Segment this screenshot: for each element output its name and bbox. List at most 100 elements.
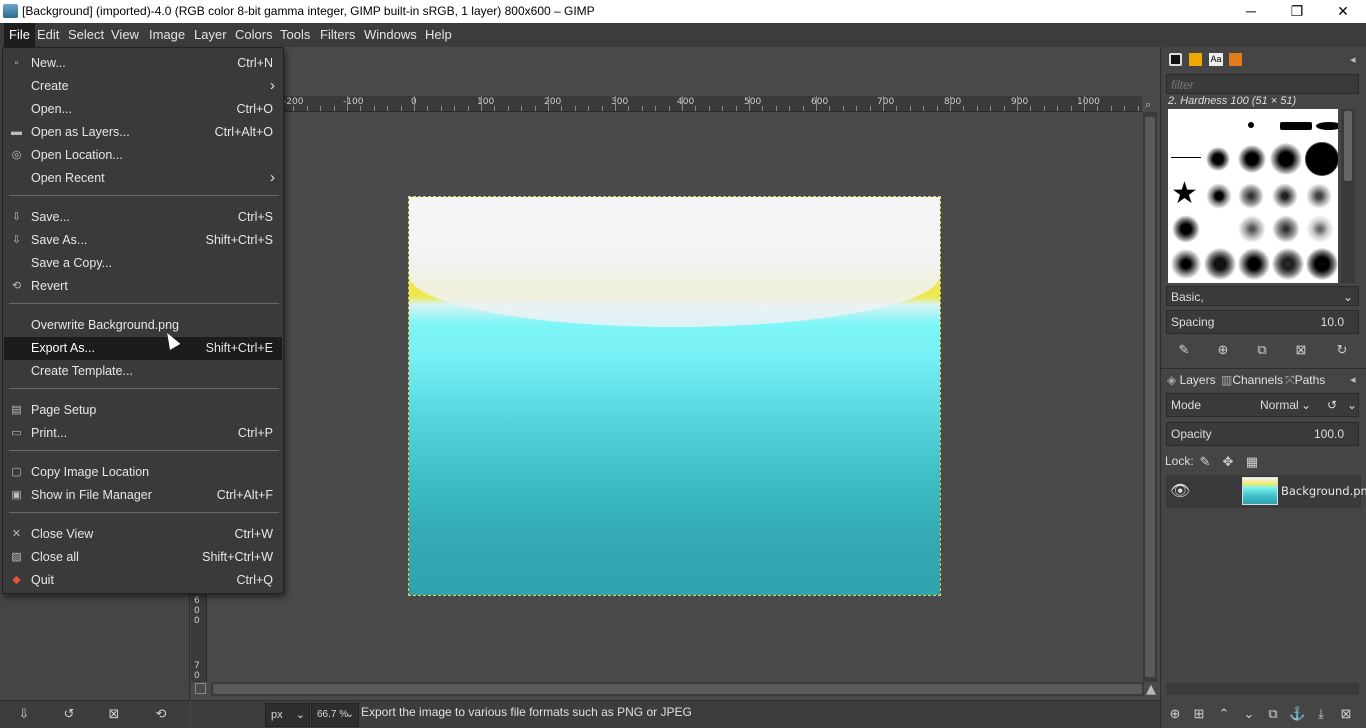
menu-windows[interactable]: Windows bbox=[359, 23, 422, 47]
menu-item-open-location[interactable]: ◎ Open Location... bbox=[4, 144, 282, 167]
dock-menu-icon[interactable]: ◂ bbox=[1350, 53, 1356, 66]
menu-file[interactable]: File bbox=[4, 23, 35, 47]
menu-item-save-a-copy[interactable]: Save a Copy... bbox=[4, 252, 282, 275]
menu-layer[interactable]: Layer bbox=[189, 23, 232, 47]
tab-label: Paths bbox=[1294, 373, 1326, 387]
ruler-tick bbox=[1111, 106, 1112, 111]
eye-icon[interactable]: 👁 bbox=[1170, 481, 1190, 500]
quick-mask-toggle[interactable] bbox=[195, 683, 206, 694]
patterns-tab-icon[interactable] bbox=[1189, 53, 1202, 66]
close-button[interactable]: ✕ bbox=[1320, 0, 1366, 23]
menu-item-save-as[interactable]: ⇩ Save As... Shift+Ctrl+S bbox=[4, 229, 282, 252]
opacity-slider[interactable]: Opacity 100.0 bbox=[1166, 422, 1359, 446]
menu-item-overwrite[interactable]: Overwrite Background.png bbox=[4, 314, 282, 337]
horizontal-scrollbar[interactable] bbox=[211, 682, 1144, 696]
duplicate-layer-icon[interactable]: ⧉ bbox=[1265, 706, 1281, 722]
raise-layer-icon[interactable]: ⌃ bbox=[1216, 706, 1232, 722]
layer-name[interactable]: Background.png bbox=[1281, 484, 1366, 498]
zoom-image-icon[interactable]: ⌕ bbox=[1145, 98, 1151, 112]
gradients-tab-icon[interactable] bbox=[1229, 53, 1242, 66]
menu-view[interactable]: View bbox=[106, 23, 144, 47]
selected-brush[interactable] bbox=[1305, 142, 1338, 176]
dock-menu-icon[interactable]: ◂ bbox=[1350, 373, 1356, 386]
brush-grid-scrollbar[interactable] bbox=[1341, 109, 1355, 283]
brushes-tab-icon[interactable] bbox=[1169, 53, 1182, 66]
star-brush-icon[interactable]: ★ bbox=[1171, 179, 1198, 209]
ruler-tick bbox=[709, 106, 710, 111]
menu-item-open-recent[interactable]: Open Recent › bbox=[4, 167, 282, 190]
chevron-down-icon: ⌄ bbox=[345, 709, 354, 720]
lock-pixels-icon[interactable]: ✎ bbox=[1197, 454, 1213, 470]
zoom-selector[interactable]: 66.7 % ⌄ bbox=[311, 703, 359, 727]
maximize-button[interactable]: ❐ bbox=[1274, 0, 1320, 23]
minimize-button[interactable]: ─ bbox=[1228, 0, 1274, 23]
menu-item-page-setup[interactable]: ▤ Page Setup bbox=[4, 399, 282, 422]
menu-item-quit[interactable]: ◆ Quit Ctrl+Q bbox=[4, 569, 282, 592]
menu-item-copy-location[interactable]: ▢ Copy Image Location bbox=[4, 461, 282, 484]
menu-filters[interactable]: Filters bbox=[315, 23, 360, 47]
tab-layers[interactable]: ◈ Layers bbox=[1167, 369, 1216, 391]
ruler-tick bbox=[1004, 106, 1005, 111]
menu-item-shortcut: Ctrl+W bbox=[234, 527, 273, 541]
reset-tool-icon[interactable]: ⟲ bbox=[153, 707, 169, 723]
lock-position-icon[interactable]: ✥ bbox=[1220, 454, 1236, 470]
save-tool-preset-icon[interactable]: ⇩ bbox=[16, 707, 32, 723]
horizontal-ruler: -200 -100 0 100 200 300 400 500 600 700 … bbox=[207, 96, 1142, 112]
menu-item-save[interactable]: ⇩ Save... Ctrl+S bbox=[4, 206, 282, 229]
anchor-layer-icon[interactable]: ⚓ bbox=[1289, 706, 1305, 722]
edit-brush-icon[interactable]: ✎ bbox=[1176, 342, 1192, 358]
menu-item-create[interactable]: Create › bbox=[4, 75, 282, 98]
menu-separator bbox=[9, 388, 279, 389]
merge-layer-icon[interactable]: ⤓ bbox=[1313, 706, 1329, 722]
navigate-icon[interactable]: ▲ bbox=[1146, 682, 1156, 697]
fonts-tab-icon[interactable]: Aa bbox=[1209, 53, 1223, 66]
menu-colors[interactable]: Colors bbox=[230, 23, 278, 47]
delete-brush-icon[interactable]: ⊠ bbox=[1293, 342, 1309, 358]
layer-row[interactable]: 👁 Background.png bbox=[1166, 475, 1366, 508]
layers-scrollbar[interactable] bbox=[1166, 683, 1359, 695]
new-layer-icon[interactable]: ⊞ bbox=[1191, 706, 1207, 722]
menu-item-show-in-file-manager[interactable]: ▣ Show in File Manager Ctrl+Alt+F bbox=[4, 484, 282, 507]
lock-alpha-icon[interactable]: ▦ bbox=[1244, 454, 1260, 470]
open-layers-icon: ▬ bbox=[11, 126, 22, 138]
brush-filter-input[interactable]: filter bbox=[1166, 74, 1359, 94]
restore-tool-preset-icon[interactable]: ↺ bbox=[61, 707, 77, 723]
brush-preset-select[interactable]: Basic, ⌄ bbox=[1166, 286, 1359, 306]
tab-paths[interactable]: ⤧Paths bbox=[1285, 369, 1325, 391]
menu-item-print[interactable]: ▭ Print... Ctrl+P bbox=[4, 422, 282, 445]
paths-icon: ⤧ bbox=[1285, 373, 1295, 387]
menu-select[interactable]: Select bbox=[63, 23, 109, 47]
menu-item-revert[interactable]: ⟲ Revert bbox=[4, 275, 282, 298]
ruler-tick bbox=[1030, 106, 1031, 111]
menu-item-label: Open as Layers... bbox=[31, 125, 130, 139]
layer-mode-select[interactable]: Mode Normal ⌄ ↺ ⌄ bbox=[1166, 393, 1359, 417]
chevron-right-icon: › bbox=[270, 169, 275, 186]
menu-item-close-all[interactable]: ▧ Close all Shift+Ctrl+W bbox=[4, 546, 282, 569]
spacing-slider[interactable]: Spacing 10.0 bbox=[1166, 310, 1359, 334]
new-layer-group-icon[interactable]: ⊕ bbox=[1167, 706, 1183, 722]
delete-tool-preset-icon[interactable]: ⊠ bbox=[106, 707, 122, 723]
vertical-scrollbar[interactable] bbox=[1143, 112, 1157, 682]
menu-item-create-template[interactable]: Create Template... bbox=[4, 360, 282, 383]
tab-channels[interactable]: ▥Channels bbox=[1221, 369, 1283, 391]
lower-layer-icon[interactable]: ⌄ bbox=[1241, 706, 1257, 722]
menu-edit[interactable]: Edit bbox=[32, 23, 64, 47]
menu-image[interactable]: Image bbox=[144, 23, 190, 47]
ruler-label: 100 bbox=[477, 97, 495, 107]
delete-layer-icon[interactable]: ⊠ bbox=[1338, 706, 1354, 722]
reset-mode-icon[interactable]: ↺ bbox=[1327, 394, 1337, 416]
new-brush-icon[interactable]: ⊕ bbox=[1215, 342, 1231, 358]
unit-selector[interactable]: px ⌄ bbox=[265, 703, 310, 727]
menu-tools[interactable]: Tools bbox=[275, 23, 315, 47]
menu-item-new[interactable]: ▫ New... Ctrl+N bbox=[4, 52, 282, 75]
menu-item-open[interactable]: Open... Ctrl+O bbox=[4, 98, 282, 121]
menu-item-export-as[interactable]: Export As... Shift+Ctrl+E bbox=[4, 337, 282, 360]
duplicate-brush-icon[interactable]: ⧉ bbox=[1254, 342, 1270, 358]
layer-thumbnail bbox=[1242, 477, 1278, 505]
brush-grid[interactable]: ★ bbox=[1168, 109, 1338, 283]
menu-help[interactable]: Help bbox=[420, 23, 457, 47]
refresh-brushes-icon[interactable]: ↻ bbox=[1334, 342, 1350, 358]
menu-item-label: Close all bbox=[31, 550, 79, 564]
menu-item-open-as-layers[interactable]: ▬ Open as Layers... Ctrl+Alt+O bbox=[4, 121, 282, 144]
menu-item-close-view[interactable]: ✕ Close View Ctrl+W bbox=[4, 523, 282, 546]
